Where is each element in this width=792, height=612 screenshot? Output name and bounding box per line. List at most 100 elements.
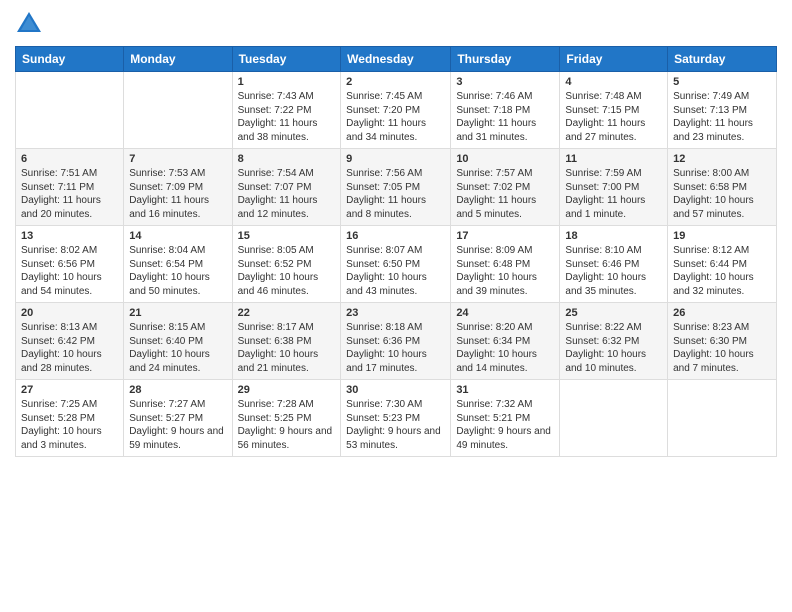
day-cell: 23 Sunrise: 8:18 AMSunset: 6:36 PMDayligh… bbox=[341, 303, 451, 380]
logo-icon bbox=[15, 10, 43, 38]
day-number: 20 bbox=[21, 307, 118, 319]
day-info: Sunrise: 7:27 AMSunset: 5:27 PMDaylight:… bbox=[129, 398, 226, 452]
day-number: 11 bbox=[565, 153, 662, 165]
weekday-header-sunday: Sunday bbox=[16, 47, 124, 72]
day-number: 8 bbox=[238, 153, 336, 165]
day-cell: 28 Sunrise: 7:27 AMSunset: 5:27 PMDayligh… bbox=[124, 380, 232, 457]
day-number: 19 bbox=[673, 230, 771, 242]
day-info: Sunrise: 7:30 AMSunset: 5:23 PMDaylight:… bbox=[346, 398, 445, 452]
day-cell bbox=[124, 72, 232, 149]
header bbox=[15, 10, 777, 38]
weekday-header-row: SundayMondayTuesdayWednesdayThursdayFrid… bbox=[16, 47, 777, 72]
day-number: 21 bbox=[129, 307, 226, 319]
day-cell: 1Sunrise: 7:43 AMSunset: 7:22 PMDaylight… bbox=[232, 72, 341, 149]
day-info: Sunrise: 7:45 AMSunset: 7:20 PMDaylight:… bbox=[346, 90, 445, 144]
day-info: Sunrise: 8:22 AMSunset: 6:32 PMDaylight:… bbox=[565, 321, 662, 375]
day-number: 3 bbox=[456, 76, 554, 88]
day-cell: 25 Sunrise: 8:22 AMSunset: 6:32 PMDayligh… bbox=[560, 303, 668, 380]
day-info: Sunrise: 7:48 AMSunset: 7:15 PMDaylight:… bbox=[565, 90, 662, 144]
day-info: Sunrise: 8:13 AMSunset: 6:42 PMDaylight:… bbox=[21, 321, 118, 375]
day-cell: 10 Sunrise: 7:57 AMSunset: 7:02 PMDayligh… bbox=[451, 149, 560, 226]
day-cell: 27 Sunrise: 7:25 AMSunset: 5:28 PMDayligh… bbox=[16, 380, 124, 457]
day-info: Sunrise: 7:25 AMSunset: 5:28 PMDaylight:… bbox=[21, 398, 118, 452]
day-number: 6 bbox=[21, 153, 118, 165]
day-info: Sunrise: 8:10 AMSunset: 6:46 PMDaylight:… bbox=[565, 244, 662, 298]
day-number: 27 bbox=[21, 384, 118, 396]
day-cell: 18 Sunrise: 8:10 AMSunset: 6:46 PMDayligh… bbox=[560, 226, 668, 303]
day-number: 25 bbox=[565, 307, 662, 319]
day-number: 16 bbox=[346, 230, 445, 242]
day-info: Sunrise: 8:00 AMSunset: 6:58 PMDaylight:… bbox=[673, 167, 771, 221]
day-info: Sunrise: 8:15 AMSunset: 6:40 PMDaylight:… bbox=[129, 321, 226, 375]
day-number: 22 bbox=[238, 307, 336, 319]
day-info: Sunrise: 8:20 AMSunset: 6:34 PMDaylight:… bbox=[456, 321, 554, 375]
day-number: 1 bbox=[238, 76, 336, 88]
day-number: 10 bbox=[456, 153, 554, 165]
day-cell: 29 Sunrise: 7:28 AMSunset: 5:25 PMDayligh… bbox=[232, 380, 341, 457]
day-cell: 20 Sunrise: 8:13 AMSunset: 6:42 PMDayligh… bbox=[16, 303, 124, 380]
day-number: 24 bbox=[456, 307, 554, 319]
day-info: Sunrise: 7:57 AMSunset: 7:02 PMDaylight:… bbox=[456, 167, 554, 221]
day-info: Sunrise: 8:12 AMSunset: 6:44 PMDaylight:… bbox=[673, 244, 771, 298]
logo bbox=[15, 10, 47, 38]
weekday-header-friday: Friday bbox=[560, 47, 668, 72]
day-cell: 22 Sunrise: 8:17 AMSunset: 6:38 PMDayligh… bbox=[232, 303, 341, 380]
day-cell: 7Sunrise: 7:53 AMSunset: 7:09 PMDaylight… bbox=[124, 149, 232, 226]
weekday-header-thursday: Thursday bbox=[451, 47, 560, 72]
day-cell: 9 Sunrise: 7:56 AMSunset: 7:05 PMDaylight… bbox=[341, 149, 451, 226]
day-cell: 5Sunrise: 7:49 AMSunset: 7:13 PMDaylight… bbox=[668, 72, 777, 149]
day-cell: 31Sunrise: 7:32 AMSunset: 5:21 PMDayligh… bbox=[451, 380, 560, 457]
week-row-4: 20 Sunrise: 8:13 AMSunset: 6:42 PMDayligh… bbox=[16, 303, 777, 380]
day-info: Sunrise: 8:18 AMSunset: 6:36 PMDaylight:… bbox=[346, 321, 445, 375]
week-row-2: 6 Sunrise: 7:51 AMSunset: 7:11 PMDaylight… bbox=[16, 149, 777, 226]
day-number: 9 bbox=[346, 153, 445, 165]
day-info: Sunrise: 7:59 AMSunset: 7:00 PMDaylight:… bbox=[565, 167, 662, 221]
day-cell bbox=[16, 72, 124, 149]
day-number: 2 bbox=[346, 76, 445, 88]
week-row-3: 13Sunrise: 8:02 AMSunset: 6:56 PMDayligh… bbox=[16, 226, 777, 303]
day-cell bbox=[668, 380, 777, 457]
day-cell: 24 Sunrise: 8:20 AMSunset: 6:34 PMDayligh… bbox=[451, 303, 560, 380]
week-row-1: 1Sunrise: 7:43 AMSunset: 7:22 PMDaylight… bbox=[16, 72, 777, 149]
day-cell: 30 Sunrise: 7:30 AMSunset: 5:23 PMDayligh… bbox=[341, 380, 451, 457]
day-cell: 8 Sunrise: 7:54 AMSunset: 7:07 PMDaylight… bbox=[232, 149, 341, 226]
day-number: 29 bbox=[238, 384, 336, 396]
day-info: Sunrise: 8:07 AMSunset: 6:50 PMDaylight:… bbox=[346, 244, 445, 298]
day-info: Sunrise: 7:46 AMSunset: 7:18 PMDaylight:… bbox=[456, 90, 554, 144]
day-info: Sunrise: 7:56 AMSunset: 7:05 PMDaylight:… bbox=[346, 167, 445, 221]
day-info: Sunrise: 7:28 AMSunset: 5:25 PMDaylight:… bbox=[238, 398, 336, 452]
day-number: 18 bbox=[565, 230, 662, 242]
day-info: Sunrise: 8:05 AMSunset: 6:52 PMDaylight:… bbox=[238, 244, 336, 298]
day-cell: 13Sunrise: 8:02 AMSunset: 6:56 PMDayligh… bbox=[16, 226, 124, 303]
day-info: Sunrise: 8:02 AMSunset: 6:56 PMDaylight:… bbox=[21, 244, 118, 298]
day-cell: 21 Sunrise: 8:15 AMSunset: 6:40 PMDayligh… bbox=[124, 303, 232, 380]
day-number: 28 bbox=[129, 384, 226, 396]
day-cell: 15 Sunrise: 8:05 AMSunset: 6:52 PMDayligh… bbox=[232, 226, 341, 303]
calendar: SundayMondayTuesdayWednesdayThursdayFrid… bbox=[15, 46, 777, 457]
day-number: 14 bbox=[129, 230, 226, 242]
day-info: Sunrise: 7:32 AMSunset: 5:21 PMDaylight:… bbox=[456, 398, 554, 452]
day-info: Sunrise: 7:49 AMSunset: 7:13 PMDaylight:… bbox=[673, 90, 771, 144]
day-number: 30 bbox=[346, 384, 445, 396]
day-info: Sunrise: 8:17 AMSunset: 6:38 PMDaylight:… bbox=[238, 321, 336, 375]
day-number: 15 bbox=[238, 230, 336, 242]
day-info: Sunrise: 7:54 AMSunset: 7:07 PMDaylight:… bbox=[238, 167, 336, 221]
day-info: Sunrise: 8:23 AMSunset: 6:30 PMDaylight:… bbox=[673, 321, 771, 375]
day-cell: 16 Sunrise: 8:07 AMSunset: 6:50 PMDayligh… bbox=[341, 226, 451, 303]
day-cell: 17 Sunrise: 8:09 AMSunset: 6:48 PMDayligh… bbox=[451, 226, 560, 303]
weekday-header-saturday: Saturday bbox=[668, 47, 777, 72]
day-info: Sunrise: 7:51 AMSunset: 7:11 PMDaylight:… bbox=[21, 167, 118, 221]
day-cell: 19 Sunrise: 8:12 AMSunset: 6:44 PMDayligh… bbox=[668, 226, 777, 303]
day-info: Sunrise: 8:09 AMSunset: 6:48 PMDaylight:… bbox=[456, 244, 554, 298]
weekday-header-monday: Monday bbox=[124, 47, 232, 72]
day-cell: 26Sunrise: 8:23 AMSunset: 6:30 PMDayligh… bbox=[668, 303, 777, 380]
day-info: Sunrise: 8:04 AMSunset: 6:54 PMDaylight:… bbox=[129, 244, 226, 298]
day-number: 17 bbox=[456, 230, 554, 242]
week-row-5: 27 Sunrise: 7:25 AMSunset: 5:28 PMDayligh… bbox=[16, 380, 777, 457]
day-number: 23 bbox=[346, 307, 445, 319]
day-cell: 11 Sunrise: 7:59 AMSunset: 7:00 PMDayligh… bbox=[560, 149, 668, 226]
day-number: 12 bbox=[673, 153, 771, 165]
day-info: Sunrise: 7:53 AMSunset: 7:09 PMDaylight:… bbox=[129, 167, 226, 221]
day-cell: 4Sunrise: 7:48 AMSunset: 7:15 PMDaylight… bbox=[560, 72, 668, 149]
day-cell: 2 Sunrise: 7:45 AMSunset: 7:20 PMDaylight… bbox=[341, 72, 451, 149]
